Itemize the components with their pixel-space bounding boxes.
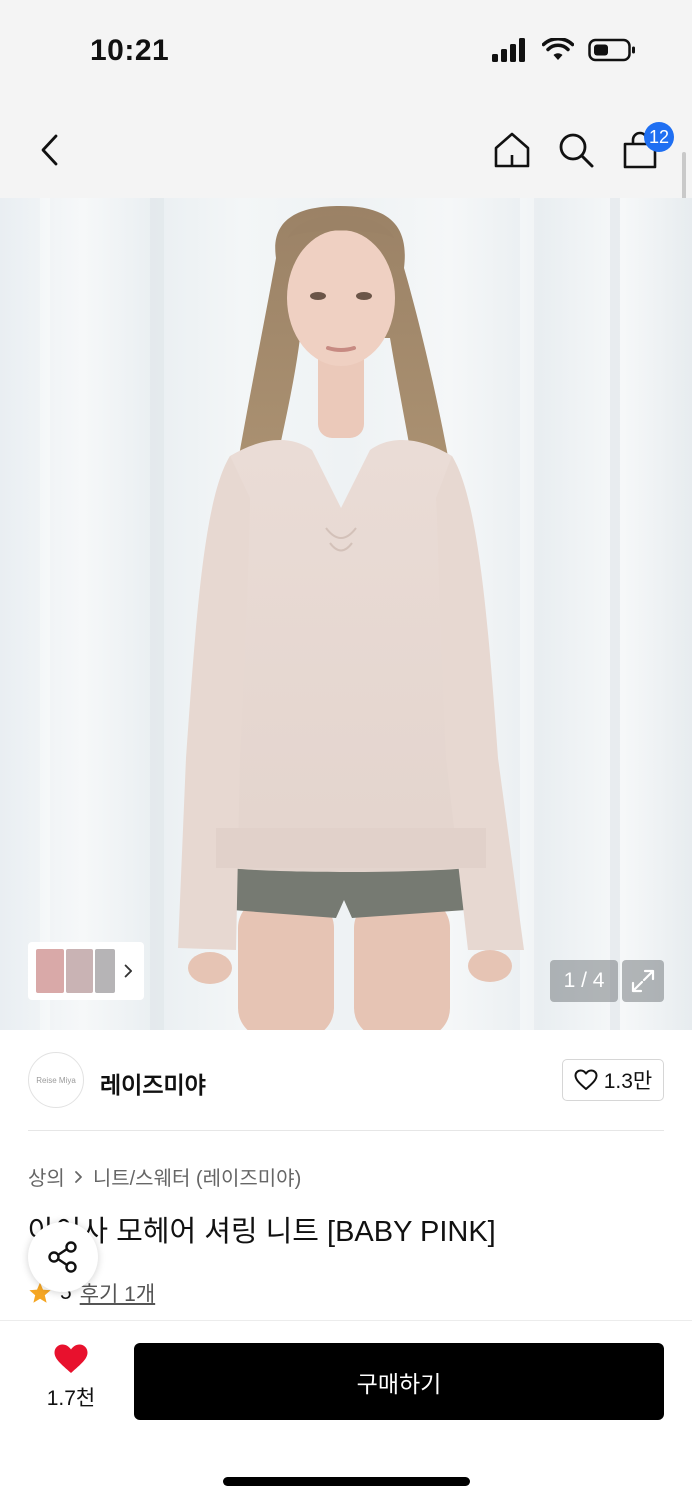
status-time: 10:21 <box>90 34 170 67</box>
bottom-action-bar: 1.7천 구매하기 <box>0 1320 692 1500</box>
breadcrumb: 상의 니트/스웨터 (레이즈미야) <box>28 1162 301 1191</box>
signal-icon <box>492 38 525 62</box>
thumbnail-image[interactable] <box>36 949 64 993</box>
thumbnail-strip[interactable] <box>28 942 144 1000</box>
share-button[interactable] <box>28 1222 98 1292</box>
chevron-right-icon <box>124 964 133 978</box>
home-indicator <box>223 1477 470 1486</box>
wifi-icon <box>542 38 574 60</box>
search-icon <box>559 133 594 168</box>
breadcrumb-category[interactable]: 상의 <box>28 1162 65 1191</box>
thumbnail-image[interactable] <box>65 949 94 993</box>
back-button[interactable] <box>28 128 72 172</box>
brand-name[interactable]: 레이즈미야 <box>100 1066 206 1100</box>
review-link[interactable]: 후기 1개 <box>80 1278 155 1308</box>
buy-button[interactable]: 구매하기 <box>134 1343 664 1420</box>
expand-icon <box>631 969 655 993</box>
product-image-gallery[interactable]: 1 / 4 <box>0 198 692 1030</box>
product-photo <box>40 198 620 1030</box>
brand-logo[interactable]: Reise Miya <box>28 1052 84 1108</box>
status-icons <box>492 38 636 62</box>
brand-logo-text: Reise Miya <box>36 1075 76 1085</box>
product-title: 아이사 모헤어 셔링 니트 [BABY PINK] <box>28 1216 496 1248</box>
top-nav: 12 <box>0 100 692 198</box>
divider <box>28 1130 664 1131</box>
breadcrumb-subcategory[interactable]: 니트/스웨터 (레이즈미야) <box>93 1162 301 1191</box>
brand-like-button[interactable]: 1.3만 <box>562 1059 664 1101</box>
status-bar: 10:21 <box>0 0 692 100</box>
home-icon <box>494 132 530 168</box>
wishlist-button[interactable]: 1.7천 <box>28 1343 114 1412</box>
wishlist-count: 1.7천 <box>46 1387 96 1410</box>
back-icon <box>41 134 58 166</box>
image-counter: 1 / 4 <box>550 960 618 1002</box>
brand-row: Reise Miya 레이즈미야 1.3만 <box>28 1052 664 1110</box>
cart-count-badge: 12 <box>643 122 674 152</box>
battery-icon <box>588 38 635 62</box>
chevron-right-icon <box>74 1170 82 1183</box>
brand-like-count: 1.3만 <box>603 1070 653 1093</box>
expand-button[interactable] <box>622 960 664 1002</box>
heart-filled-icon <box>54 1344 88 1373</box>
search-button[interactable] <box>554 128 598 172</box>
thumbnail-image[interactable] <box>95 949 116 993</box>
cart-button[interactable]: 12 <box>618 122 674 172</box>
home-button[interactable] <box>490 128 534 172</box>
share-icon <box>48 1241 77 1273</box>
heart-outline-icon <box>574 1069 598 1090</box>
